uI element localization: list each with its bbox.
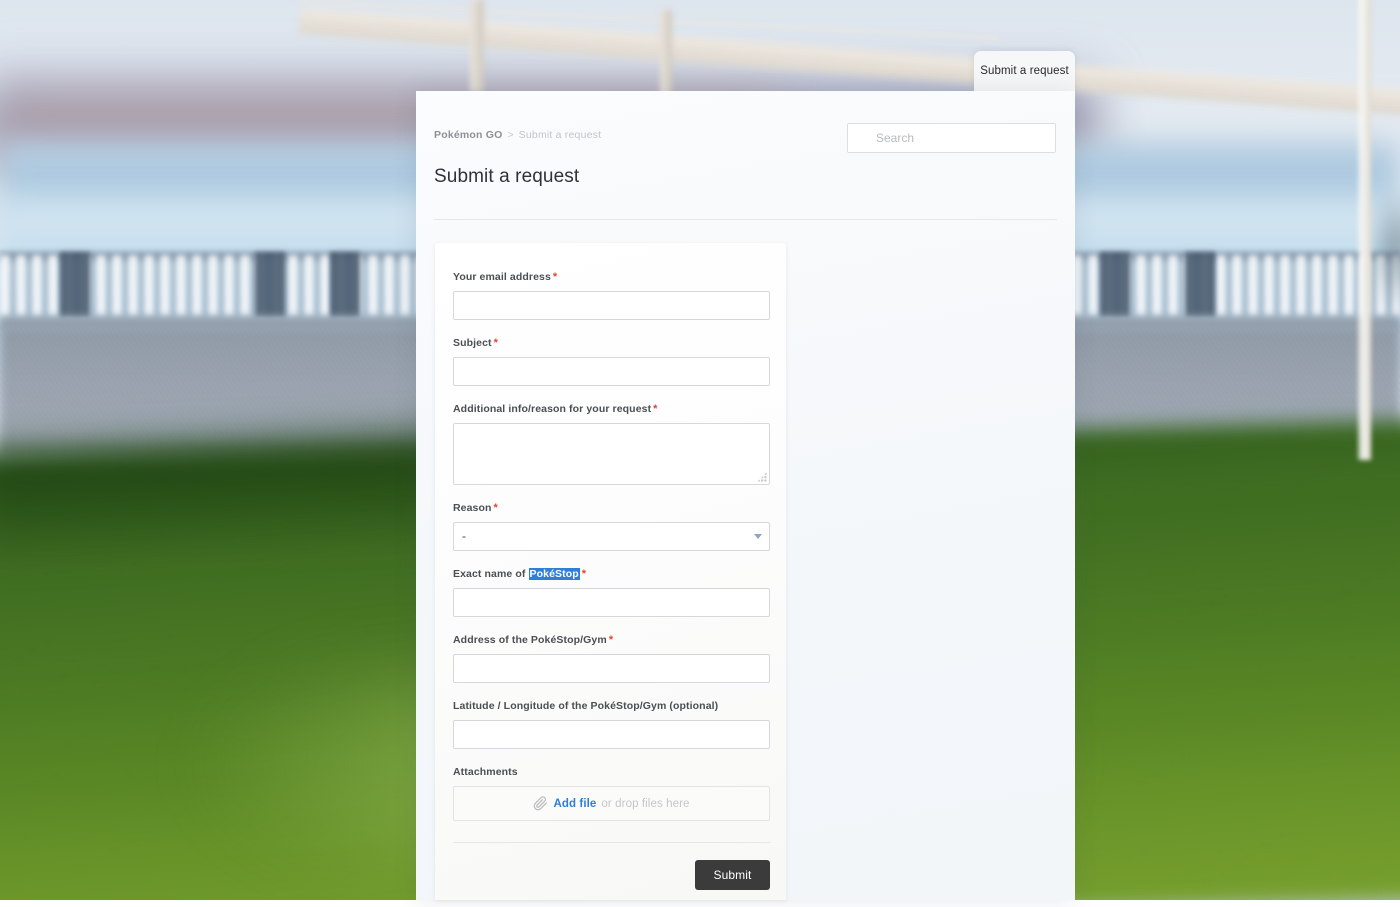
required-asterisk: * — [493, 502, 498, 514]
field-attachments: Attachments Add file or drop files here — [453, 766, 770, 821]
submit-button[interactable]: Submit — [695, 860, 770, 890]
title-divider — [434, 219, 1057, 220]
pokestop-name-input[interactable] — [453, 588, 770, 617]
bridge-tower — [470, 0, 484, 92]
field-address: Address of the PokéStop/Gym * — [453, 634, 770, 683]
add-file-link[interactable]: Add file — [553, 798, 596, 810]
field-pokestop-name-label: Exact name of PokéStop * — [453, 568, 768, 581]
railing-post — [330, 252, 360, 318]
required-asterisk: * — [493, 337, 499, 349]
required-asterisk: * — [653, 403, 658, 415]
page-header: Pokémon GO > Submit a request Submit a req… — [416, 91, 1075, 220]
field-subject-label-text: Subject — [453, 337, 492, 349]
reason-select-wrap: - — [453, 522, 770, 551]
form-footer: Submit — [453, 843, 770, 907]
field-description-label: Additional info/reason for your request * — [453, 403, 768, 416]
subject-input[interactable] — [453, 357, 770, 386]
drop-files-hint: or drop files here — [601, 797, 690, 810]
address-input[interactable] — [453, 654, 770, 683]
field-address-label: Address of the PokéStop/Gym * — [453, 634, 768, 647]
required-asterisk: * — [608, 634, 614, 646]
breadcrumb-root-link[interactable]: Pokémon GO — [434, 129, 503, 141]
reason-select[interactable]: - — [453, 522, 770, 551]
field-description: Additional info/reason for your request * — [453, 403, 770, 485]
field-pokestop-name: Exact name of PokéStop * — [453, 568, 770, 617]
field-description-label-text: Additional info/reason for your request — [453, 403, 652, 415]
required-asterisk: * — [581, 568, 587, 580]
railing-post — [60, 252, 90, 318]
email-input[interactable] — [453, 291, 770, 320]
search-box[interactable] — [847, 123, 1056, 153]
field-reason-label: Reason * — [453, 502, 768, 515]
breadcrumb-separator: > — [507, 129, 514, 141]
field-address-label-text: Address of the PokéStop/Gym — [453, 634, 607, 646]
field-email: Your email address * — [453, 271, 770, 320]
description-textarea-wrap — [453, 423, 770, 485]
paperclip-icon — [534, 796, 548, 811]
breadcrumb-current: Submit a request — [518, 129, 602, 141]
submit-a-request-tab-label: Submit a request — [980, 65, 1069, 77]
breadcrumb: Pokémon GO > Submit a request — [434, 128, 601, 142]
field-latlong: Latitude / Longitude of the PokéStop/Gym… — [453, 700, 770, 749]
field-pokestop-name-label-highlight: PokéStop — [528, 568, 580, 580]
field-reason-label-text: Reason — [453, 502, 492, 514]
latlong-input[interactable] — [453, 720, 770, 749]
shrub-layer — [1380, 190, 1400, 310]
field-attachments-label: Attachments — [453, 766, 518, 778]
description-textarea[interactable] — [453, 423, 770, 485]
field-subject: Subject * — [453, 337, 770, 386]
railing-post — [255, 252, 285, 318]
field-reason: Reason * - — [453, 502, 770, 551]
required-asterisk: * — [552, 271, 558, 283]
bridge-tower-secondary — [660, 10, 672, 95]
search-input[interactable] — [848, 124, 1055, 152]
field-latlong-label: Latitude / Longitude of the PokéStop/Gym… — [453, 700, 719, 712]
field-email-label-text: Your email address — [453, 271, 551, 283]
field-email-label: Your email address * — [453, 271, 768, 284]
request-form-card: Your email address * Subject * Additional … — [435, 243, 786, 900]
pole-layer — [1358, 0, 1371, 460]
field-subject-label: Subject * — [453, 337, 768, 350]
page-title: Submit a request — [434, 166, 580, 187]
railing-post — [1185, 252, 1215, 318]
railing-post — [1100, 252, 1130, 318]
submit-a-request-tab[interactable]: Submit a request — [974, 51, 1075, 91]
attachments-dropzone[interactable]: Add file or drop files here — [453, 786, 770, 821]
field-pokestop-name-label-prefix: Exact name of — [453, 568, 529, 580]
help-center-content-panel: Pokémon GO > Submit a request Submit a req… — [416, 91, 1075, 900]
